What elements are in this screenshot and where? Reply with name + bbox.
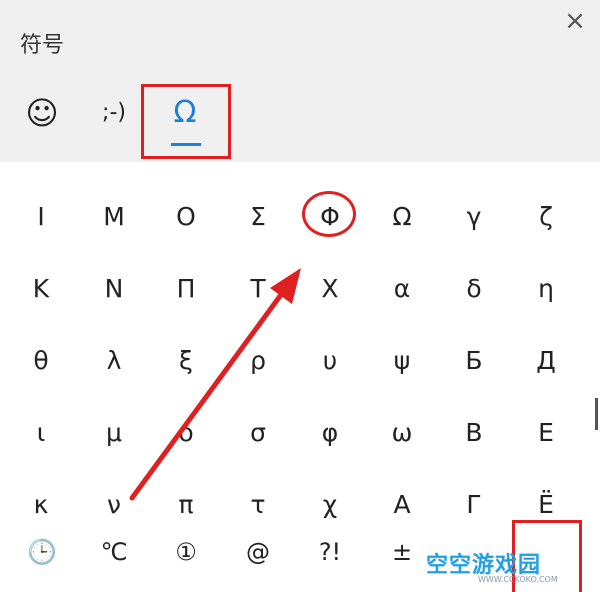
watermark-url: WWW.CCKOKO.COM	[478, 575, 558, 584]
symbol-cell[interactable]: Κ	[11, 264, 71, 314]
scrollbar-thumb[interactable]	[595, 398, 598, 430]
symbol-cell[interactable]: σ	[228, 408, 288, 458]
symbol-cell[interactable]: υ	[300, 336, 360, 386]
annotation-box-symbols-tab	[141, 84, 231, 159]
smiley-icon: ☺	[25, 94, 59, 132]
annotation-circle-phi	[302, 191, 356, 237]
at-sign-icon[interactable]: @	[228, 530, 288, 574]
symbol-cell[interactable]: Б	[444, 336, 504, 386]
symbol-cell[interactable]: ζ	[516, 192, 576, 242]
symbol-cell[interactable]: Τ	[228, 264, 288, 314]
kaomoji-icon: ;-)	[102, 100, 126, 125]
panel-title: 符号	[20, 33, 65, 58]
recent-clock-icon[interactable]: 🕒	[12, 530, 72, 574]
symbol-cell[interactable]: ψ	[372, 336, 432, 386]
symbol-cell[interactable]: Ι	[11, 192, 71, 242]
panel-header: 符号 × ☺ ;-) Ω	[0, 0, 600, 162]
tab-emoji[interactable]: ☺	[14, 88, 70, 138]
symbol-cell[interactable]: Π	[156, 264, 216, 314]
circled-one-icon[interactable]: ①	[156, 530, 216, 574]
symbol-cell[interactable]: τ	[228, 480, 288, 530]
symbol-cell[interactable]: ι	[11, 408, 71, 458]
tab-kaomoji[interactable]: ;-)	[86, 88, 142, 138]
symbol-cell[interactable]: ρ	[228, 336, 288, 386]
symbol-cell[interactable]: η	[516, 264, 576, 314]
celsius-icon[interactable]: ℃	[84, 530, 144, 574]
symbol-cell[interactable]: δ	[444, 264, 504, 314]
symbol-cell[interactable]: π	[156, 480, 216, 530]
watermark: 空空游戏园 WWW.CCKOKO.COM	[420, 545, 600, 590]
symbol-cell[interactable]: Χ	[300, 264, 360, 314]
symbol-cell[interactable]: Ω	[372, 192, 432, 242]
symbol-cell[interactable]: μ	[84, 408, 144, 458]
symbol-cell[interactable]: Г	[444, 480, 504, 530]
symbol-cell[interactable]: ο	[156, 408, 216, 458]
symbol-cell[interactable]: λ	[84, 336, 144, 386]
symbol-cell[interactable]: ν	[84, 480, 144, 530]
symbol-cell[interactable]: γ	[444, 192, 504, 242]
close-icon[interactable]: ×	[560, 6, 590, 36]
symbol-cell[interactable]: α	[372, 264, 432, 314]
symbol-cell[interactable]: Μ	[84, 192, 144, 242]
symbol-cell[interactable]: Σ	[228, 192, 288, 242]
symbol-cell[interactable]: φ	[300, 408, 360, 458]
symbol-cell[interactable]: В	[444, 408, 504, 458]
symbol-cell[interactable]: А	[372, 480, 432, 530]
symbol-cell[interactable]: Д	[516, 336, 576, 386]
symbol-cell[interactable]: Ο	[156, 192, 216, 242]
symbol-cell[interactable]: κ	[11, 480, 71, 530]
symbol-grid: ΙΜΟΣΦΩγζΚΝΠΤΧαδηθλξρυψБДιμοσφωВЕκνπτχАГЁ	[0, 180, 600, 525]
symbol-cell[interactable]: Е	[516, 408, 576, 458]
symbol-cell[interactable]: Ν	[84, 264, 144, 314]
symbol-cell[interactable]: χ	[300, 480, 360, 530]
symbol-cell[interactable]: θ	[11, 336, 71, 386]
punctuation-icon[interactable]: ?!	[300, 530, 360, 574]
symbol-cell[interactable]: ξ	[156, 336, 216, 386]
symbol-cell[interactable]: ω	[372, 408, 432, 458]
